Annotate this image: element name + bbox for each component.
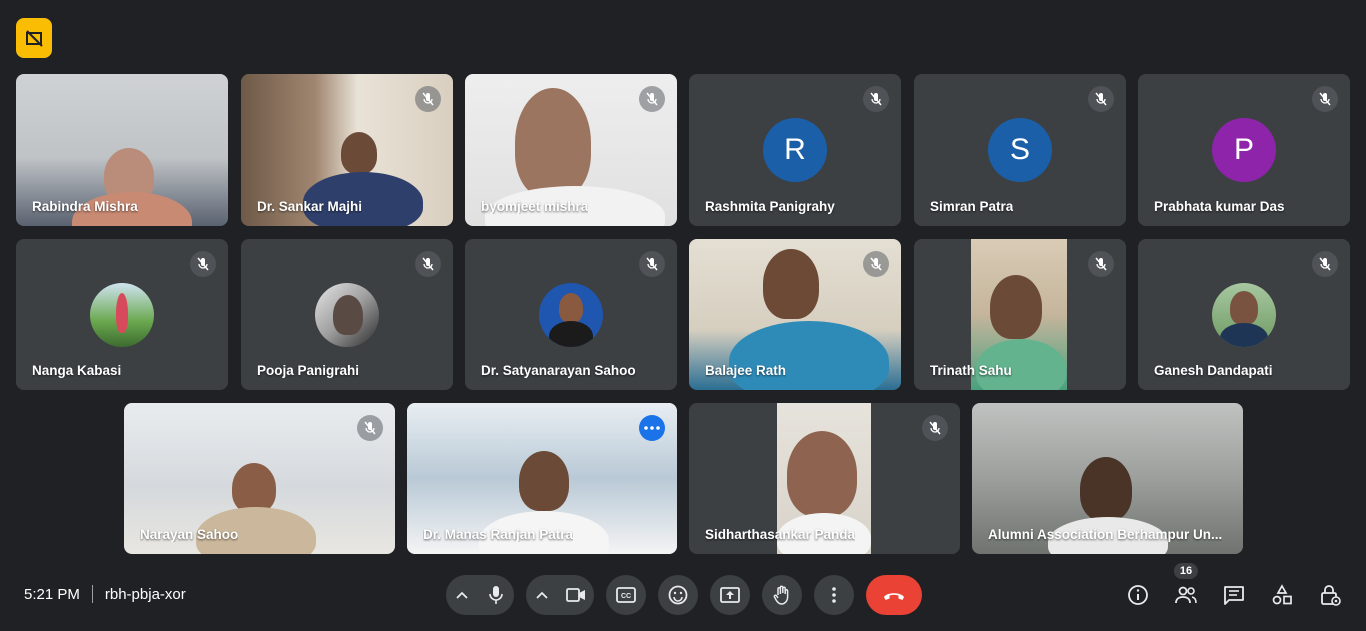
participant-tile[interactable]: Trinath Sahu [914,239,1126,390]
video-options-button[interactable] [526,575,558,615]
divider [91,585,93,603]
audio-control-group [446,575,514,615]
chevron-up-icon [536,591,548,599]
avatar [1212,283,1276,347]
participant-name: Dr. Satyanarayan Sahoo [481,363,636,378]
participant-name: Prabhata kumar Das [1154,199,1285,214]
present-screen-icon [720,587,740,603]
activities-button[interactable] [1262,575,1302,615]
participant-tile[interactable]: Rabindra Mishra [16,74,228,226]
participant-options-button[interactable] [639,415,665,441]
raise-hand-button[interactable] [762,575,802,615]
muted-mic-icon [922,415,948,441]
svg-text:CC: CC [621,593,631,600]
activities-icon [1272,584,1292,605]
participant-name: Rashmita Panigrahy [705,199,835,214]
participant-name: Dr. Sankar Majhi [257,199,363,214]
captions-icon: CC [616,587,636,603]
call-controls: CC [446,575,922,615]
meeting-info-button[interactable] [1118,575,1158,615]
participant-tile[interactable]: Dr. Satyanarayan Sahoo [465,239,677,390]
muted-mic-icon [863,251,889,277]
muted-mic-icon [415,86,441,112]
participant-count-badge: 16 [1173,563,1199,579]
muted-mic-icon [863,86,889,112]
participant-name: Ganesh Dandapati [1154,363,1273,378]
host-controls-button[interactable] [1310,575,1350,615]
avatar [90,283,154,347]
participant-name: Alumni Association Berhampur Un... [988,527,1223,542]
recording-indicator[interactable] [16,18,52,58]
participant-tile-active[interactable]: Dr. Manas Ranjan Patra [407,403,677,554]
chat-button[interactable] [1214,575,1254,615]
muted-mic-icon [415,251,441,277]
people-icon [1175,586,1197,604]
participant-name: Balajee Rath [705,363,787,378]
participant-tile[interactable]: Ganesh Dandapati [1138,239,1350,390]
chevron-up-icon [456,591,468,599]
muted-mic-icon [1312,86,1338,112]
microphone-icon [489,586,503,604]
host-controls-icon [1321,585,1341,606]
avatar [539,283,603,347]
end-call-icon [884,593,904,600]
meeting-time: 5:21 PM [24,585,80,603]
microphone-button[interactable] [478,575,514,615]
participant-name: Nanga Kabasi [32,363,122,378]
participant-name: Rabindra Mishra [32,199,138,214]
muted-mic-icon [1312,251,1338,277]
muted-mic-icon [1088,86,1114,112]
meeting-details: 5:21 PM rbh-pbja-xor [24,585,186,603]
participant-name: Narayan Sahoo [140,527,239,542]
more-options-icon [832,587,836,603]
participants-button[interactable]: 16 [1166,563,1206,615]
captions-button[interactable]: CC [606,575,646,615]
participant-name: byomjeet mishra [481,199,589,214]
camera-icon [566,588,585,602]
leave-call-button[interactable] [866,575,922,615]
participant-tile[interactable]: Narayan Sahoo [124,403,395,554]
participant-tile[interactable]: R Rashmita Panigrahy [689,74,901,226]
muted-mic-icon [639,251,665,277]
avatar [315,283,379,347]
participant-tile[interactable]: Nanga Kabasi [16,239,228,390]
muted-mic-icon [639,86,665,112]
avatar: R [763,118,827,182]
raise-hand-icon [773,585,789,605]
participant-name: Simran Patra [930,199,1014,214]
participant-tile[interactable]: P Prabhata kumar Das [1138,74,1350,226]
participant-tile[interactable]: Dr. Sankar Majhi [241,74,453,226]
more-options-button[interactable] [814,575,854,615]
muted-mic-icon [190,251,216,277]
recording-icon [26,30,43,47]
audio-options-button[interactable] [446,575,478,615]
emoji-icon [668,585,688,605]
present-screen-button[interactable] [710,575,750,615]
participant-tile[interactable]: Balajee Rath [689,239,901,390]
muted-mic-icon [1088,251,1114,277]
participant-tile[interactable]: S Simran Patra [914,74,1126,226]
avatar: P [1212,118,1276,182]
more-horizontal-icon [644,426,660,430]
participant-name: Pooja Panigrahi [257,363,360,378]
muted-mic-icon [357,415,383,441]
info-icon [1128,585,1148,605]
chat-icon [1224,586,1244,605]
side-panel-controls: 16 [1110,563,1350,615]
avatar: S [988,118,1052,182]
camera-button[interactable] [558,575,594,615]
meeting-code[interactable]: rbh-pbja-xor [105,586,186,603]
participant-name: Dr. Manas Ranjan Patra [423,527,574,542]
participant-tile[interactable]: Sidharthasankar Panda [689,403,960,554]
participant-name: Trinath Sahu [930,363,1012,378]
participant-name: Sidharthasankar Panda [705,527,856,542]
video-control-group [526,575,594,615]
participant-tile[interactable]: Pooja Panigrahi [241,239,453,390]
participant-tile[interactable]: byomjeet mishra [465,74,677,226]
participant-tile[interactable]: Alumni Association Berhampur Un... [972,403,1243,554]
reactions-button[interactable] [658,575,698,615]
